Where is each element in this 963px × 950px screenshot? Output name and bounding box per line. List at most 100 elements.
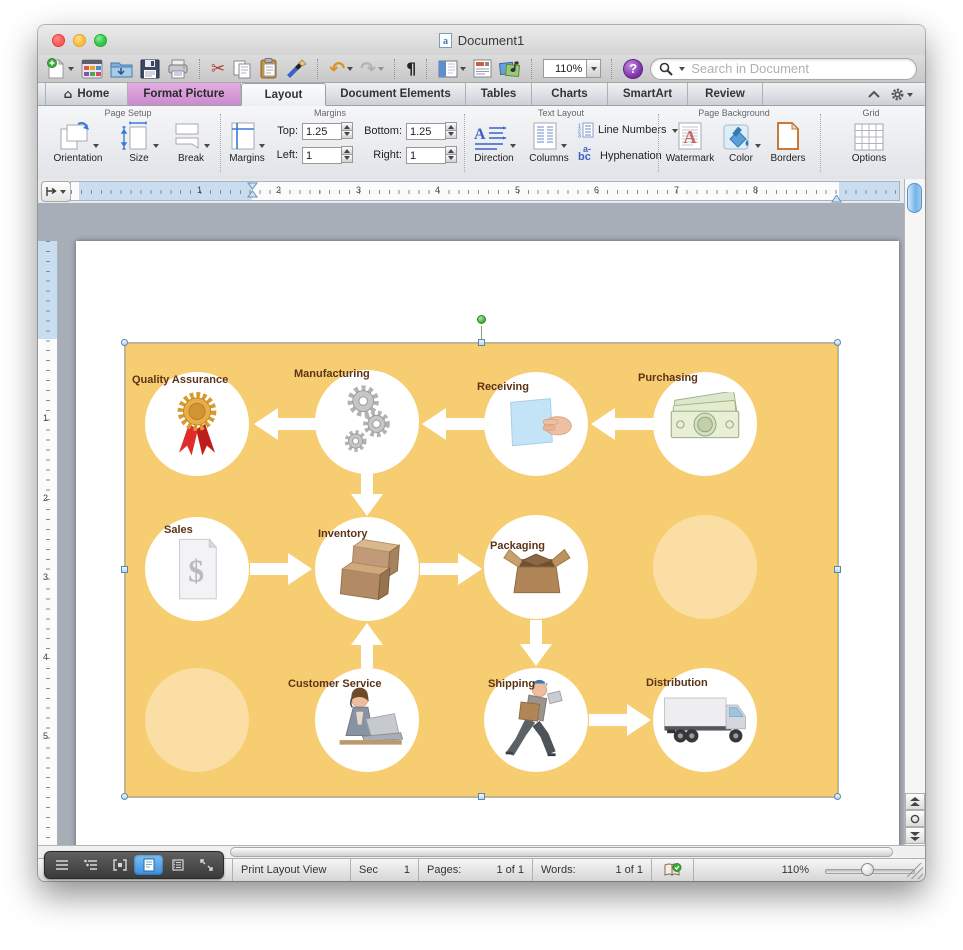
- save-button[interactable]: [140, 57, 160, 81]
- print-layout-view-button[interactable]: [134, 855, 163, 875]
- titlebar: a Document1: [38, 25, 925, 56]
- chevron-down-icon: [68, 67, 74, 74]
- tab-stop-selector[interactable]: [41, 181, 71, 202]
- resize-handle-top-center[interactable]: [478, 339, 485, 346]
- diagram-node-sales[interactable]: $: [145, 517, 249, 621]
- window-resize-grip[interactable]: [907, 863, 923, 879]
- resize-handle-bottom-right[interactable]: [834, 793, 841, 800]
- spelling-cell[interactable]: [651, 859, 693, 881]
- publishing-layout-view-button[interactable]: [105, 855, 134, 875]
- margin-bottom-field[interactable]: [406, 123, 446, 140]
- full-screen-view-button[interactable]: [192, 855, 221, 875]
- pages-cell[interactable]: Pages: 1 of 1: [418, 859, 532, 881]
- columns-button[interactable]: Columns: [524, 118, 574, 164]
- hyphenation-button[interactable]: a- bc Hyphenation: [578, 144, 662, 164]
- diagram-node-packaging[interactable]: [484, 515, 588, 619]
- undo-button[interactable]: ↶: [329, 57, 354, 81]
- resize-handle-bottom-center[interactable]: [478, 793, 485, 800]
- copy-button[interactable]: [232, 57, 252, 81]
- resize-handle-top-left[interactable]: [121, 339, 128, 346]
- vertical-scrollbar-thumb[interactable]: [907, 183, 922, 213]
- draft-view-button[interactable]: [47, 855, 76, 875]
- margin-right-stepper[interactable]: [445, 146, 457, 163]
- new-document-button[interactable]: [46, 57, 74, 81]
- tab-layout[interactable]: Layout: [241, 83, 326, 106]
- print-button[interactable]: [167, 57, 189, 81]
- collapse-ribbon-button[interactable]: [868, 90, 880, 98]
- open-folder-icon: [110, 62, 133, 77]
- ribbon-settings-button[interactable]: [890, 87, 913, 102]
- tab-format-picture[interactable]: Format Picture: [128, 83, 241, 105]
- tab-home[interactable]: ⌂ Home: [45, 83, 128, 105]
- previous-page-button[interactable]: [905, 793, 925, 810]
- media-browser-button[interactable]: [499, 57, 521, 81]
- select-browse-object-button[interactable]: [905, 810, 925, 827]
- page-color-button[interactable]: Color: [720, 118, 762, 164]
- margin-bottom-stepper[interactable]: [445, 122, 457, 139]
- resize-handle-top-right[interactable]: [834, 339, 841, 346]
- workflow-diagram-picture[interactable]: $ Quality Assurance Manufacturing Receiv…: [125, 343, 838, 797]
- diagram-node-purchasing[interactable]: [653, 372, 757, 476]
- margin-top-field[interactable]: [302, 123, 342, 140]
- tab-document-elements[interactable]: Document Elements: [326, 83, 466, 105]
- vertical-ruler[interactable]: 1 2 3 4 5: [38, 241, 58, 870]
- margin-right-label: Right:: [373, 149, 402, 161]
- page-borders-button[interactable]: Borders: [764, 118, 812, 164]
- section-cell[interactable]: Sec 1: [350, 859, 418, 881]
- horizontal-ruler[interactable]: 1 2 3 4 5 6 7 8: [70, 181, 900, 203]
- resize-handle-bottom-left[interactable]: [121, 793, 128, 800]
- search-box[interactable]: [650, 57, 918, 80]
- group-label-grid: Grid: [862, 108, 880, 118]
- margin-left-field[interactable]: [302, 147, 342, 164]
- group-separator: [820, 114, 821, 172]
- rotation-handle[interactable]: [477, 315, 486, 324]
- margin-right-field[interactable]: [406, 147, 446, 164]
- format-painter-button[interactable]: [285, 57, 308, 81]
- break-button[interactable]: Break: [166, 118, 216, 164]
- zoom-dropdown-button[interactable]: [586, 59, 602, 78]
- view-name-cell[interactable]: Print Layout View: [232, 859, 350, 881]
- paste-button[interactable]: [259, 57, 278, 81]
- show-formatting-button[interactable]: ¶: [406, 57, 416, 81]
- view-switch-button[interactable]: [438, 57, 467, 81]
- open-button[interactable]: [110, 57, 133, 81]
- direction-button[interactable]: A Direction: [468, 118, 520, 164]
- help-button[interactable]: ?: [623, 58, 644, 79]
- watermark-button[interactable]: A Watermark: [662, 118, 718, 164]
- zoom-slider-knob[interactable]: [861, 862, 874, 876]
- tab-tables[interactable]: Tables: [466, 83, 532, 105]
- margins-button[interactable]: Margins: [224, 118, 270, 164]
- next-page-button[interactable]: [905, 827, 925, 844]
- gallery-button[interactable]: [81, 57, 103, 81]
- horizontal-scrollbar-thumb[interactable]: [230, 847, 893, 857]
- vertical-scrollbar[interactable]: [904, 179, 925, 870]
- ruler-ticks: [46, 241, 50, 870]
- diagram-node-quality-assurance[interactable]: [145, 372, 249, 476]
- words-cell[interactable]: Words: 1 of 1: [532, 859, 651, 881]
- resize-handle-middle-left[interactable]: [121, 566, 128, 573]
- toolbar-separator: [317, 58, 319, 79]
- zoom-slider[interactable]: [825, 859, 917, 882]
- resize-handle-middle-right[interactable]: [834, 566, 841, 573]
- tab-smartart[interactable]: SmartArt: [608, 83, 688, 105]
- svg-text:$: $: [188, 553, 204, 588]
- outline-view-button[interactable]: [76, 855, 105, 875]
- tab-charts[interactable]: Charts: [532, 83, 608, 105]
- group-label-page-background: Page Background: [698, 108, 770, 118]
- orientation-button[interactable]: Orientation: [46, 118, 110, 164]
- tab-review[interactable]: Review: [688, 83, 763, 105]
- document-elements-button[interactable]: [473, 57, 492, 81]
- cut-button[interactable]: ✂: [211, 57, 225, 81]
- margin-top-stepper[interactable]: [341, 122, 353, 139]
- zoom-control[interactable]: 110%: [543, 59, 602, 78]
- margin-left-stepper[interactable]: [341, 146, 353, 163]
- search-input[interactable]: [689, 60, 909, 77]
- grid-options-button[interactable]: Options: [844, 118, 894, 164]
- tab-label: Format Picture: [143, 88, 225, 100]
- size-button[interactable]: Size: [114, 118, 164, 164]
- diagram-node-manufacturing[interactable]: [315, 370, 419, 474]
- toolbar-separator: [199, 58, 201, 79]
- document-page[interactable]: $ Quality Assurance Manufacturing Receiv…: [76, 241, 899, 870]
- redo-button[interactable]: ↷: [360, 57, 385, 81]
- notebook-layout-view-button[interactable]: [163, 855, 192, 875]
